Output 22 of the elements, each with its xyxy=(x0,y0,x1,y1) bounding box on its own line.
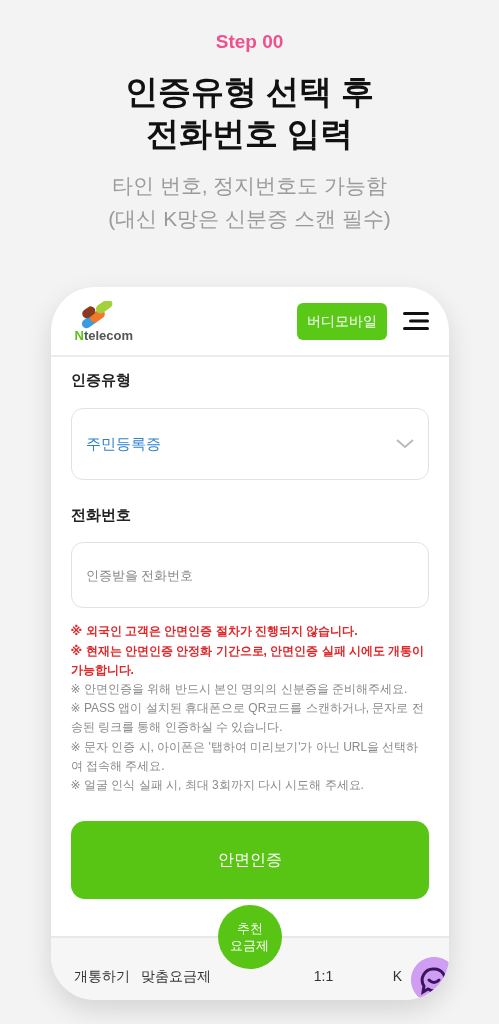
notice-text: ※ 현재는 안면인증 안정화 기간으로, 안면인증 실패 시에도 개통이 가능합니다. xyxy=(70,642,426,679)
menu-icon[interactable] xyxy=(402,311,429,332)
select-field[interactable]: 주민등록증 xyxy=(70,407,429,480)
nav-item[interactable]: 맞춤요금제 xyxy=(140,966,211,988)
notice-text: ※ 문자 인증 시, 아이폰은 '탭하여 미리보기'가 아닌 URL을 선택하여 접속해 주세요. xyxy=(70,738,420,775)
notice-text: ※ 외국인 고객은 안면인증 절차가 진행되지 않습니다. xyxy=(70,623,359,641)
headline: 인증유형 선택 후 xyxy=(123,71,376,112)
step-label: Step 00 xyxy=(214,30,285,54)
chevron-down-icon xyxy=(395,438,414,449)
notice-text: ※ PASS 앱이 설치된 휴대폰으로 QR코드를 스캔하거나, 문자로 전송된 링크를 통해 인증하실 수 있습니다. xyxy=(70,700,425,737)
subtitle-line: 타인 번호, 정지번호도 가능함 xyxy=(110,173,389,200)
field-label: 인증유형 xyxy=(70,370,132,391)
headline: 전화번호 입력 xyxy=(144,114,355,155)
nav-item[interactable]: 1:1 xyxy=(313,966,334,988)
notice-text: ※ 얼굴 인식 실패 시, 최대 3회까지 다시 시도해 주세요. xyxy=(70,776,365,794)
nav-item[interactable]: K xyxy=(392,966,403,988)
notice-text: ※ 안면인증을 위해 반드시 본인 명의의 신분증을 준비해주세요. xyxy=(70,680,409,698)
subtitle-line: (대신 K망은 신분증 스캔 필수) xyxy=(107,205,392,232)
logo-text: Ntelecom xyxy=(74,328,134,342)
nav-item[interactable]: 개통하기 xyxy=(73,966,130,988)
phone-input-field[interactable]: 인증받을 전화번호 xyxy=(70,542,429,609)
field-label: 전화번호 xyxy=(70,504,132,525)
